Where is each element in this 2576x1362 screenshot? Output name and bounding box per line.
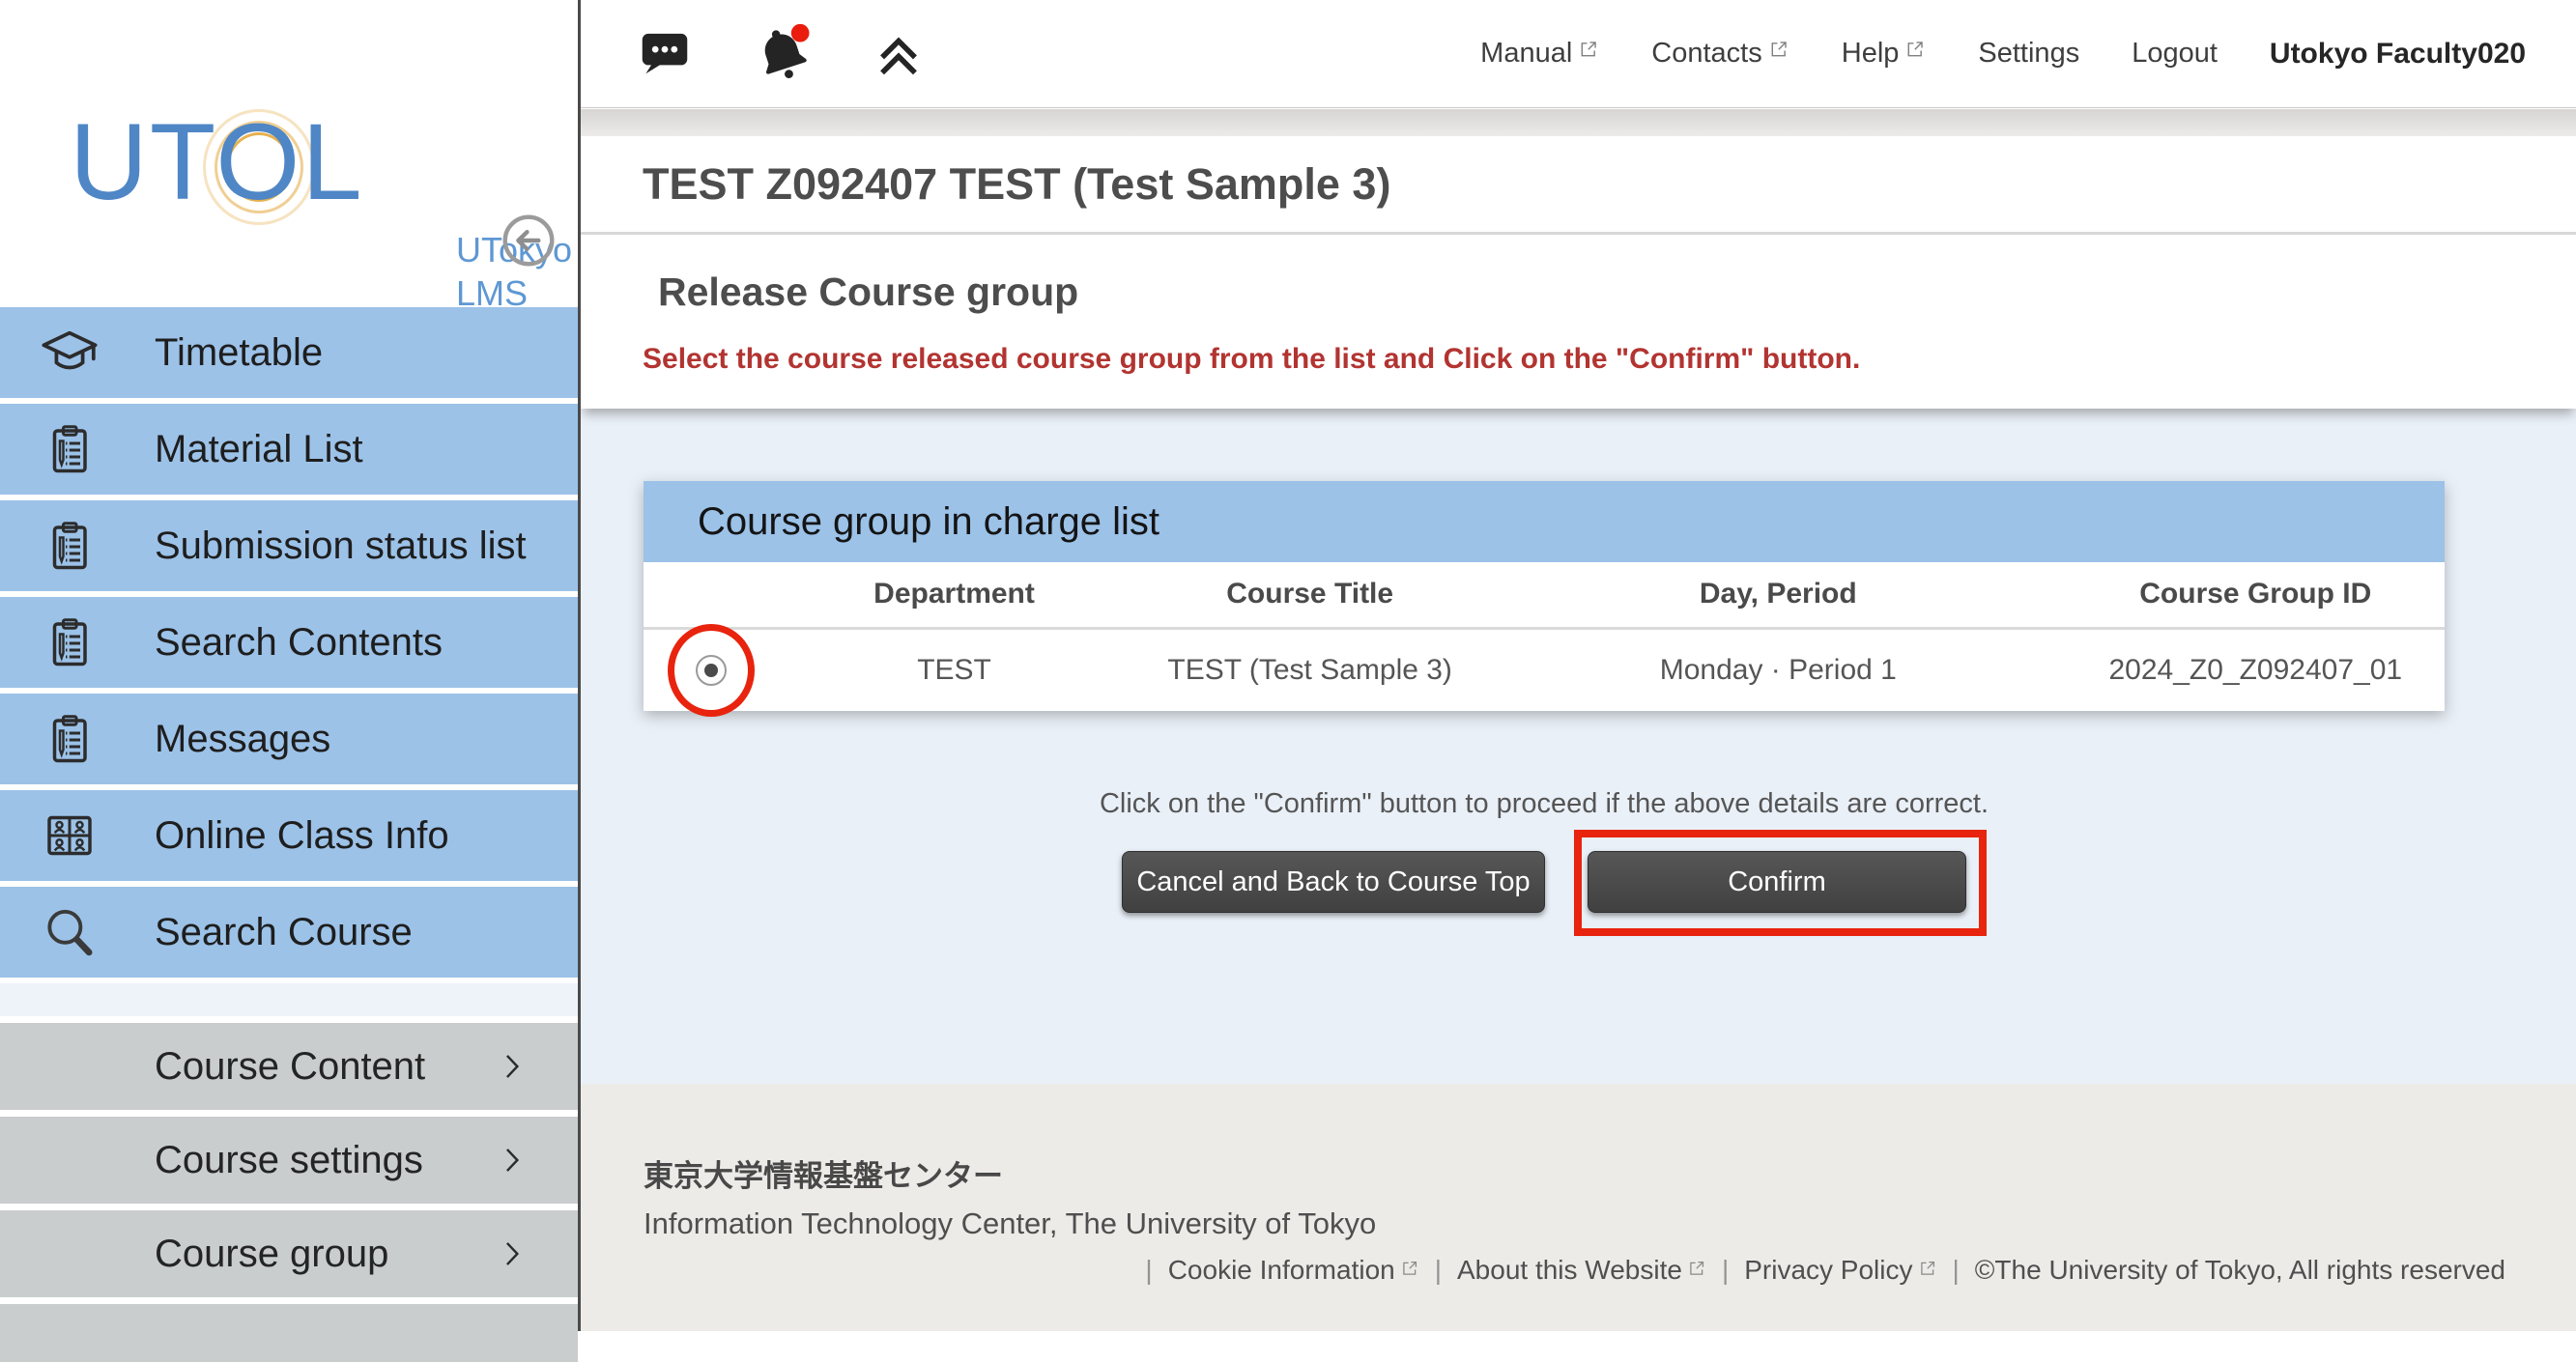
settings-link[interactable]: Settings [1978, 38, 2079, 70]
sidebar: UTOL UTokyo LMS Timetable [0, 0, 581, 1331]
instruction-text: Select the course released course group … [643, 343, 1860, 376]
contacts-link[interactable]: Contacts [1651, 38, 1789, 70]
column-header-course-title: Course Title [1130, 562, 1490, 628]
footer-org-japanese: 東京大学情報基盤センター [644, 1151, 2505, 1195]
copyright-text: ©The University of Tokyo, All rights res… [1975, 1255, 2505, 1286]
chevron-right-icon [495, 1143, 530, 1178]
sidebar-item-clipped [0, 1304, 578, 1362]
collapse-topbar-button[interactable] [871, 24, 927, 83]
sidebar-collapse-button[interactable] [499, 211, 558, 270]
utol-logo[interactable]: UTOL UTokyo LMS [70, 108, 364, 216]
sidebar-menu: Timetable Material List [0, 307, 578, 1362]
cell-course-title: TEST (Test Sample 3) [1130, 628, 1490, 711]
user-name: Utokyo Faculty020 [2270, 38, 2526, 71]
privacy-policy-link[interactable]: Privacy Policy [1744, 1255, 1936, 1286]
section-band: Release Course group Select the course r… [581, 235, 2576, 409]
footer: 東京大学情報基盤センター Information Technology Cent… [581, 1084, 2576, 1331]
section-title: Release Course group [658, 270, 1078, 315]
radio-cell [644, 628, 779, 711]
sidebar-item-material-list[interactable]: Material List [0, 404, 578, 495]
cell-day-period: Monday · Period 1 [1490, 628, 2066, 711]
topbar: Manual Contacts Help Settings Logout Uto… [581, 0, 2576, 108]
page-title-band: TEST Z092407 TEST (Test Sample 3) [581, 136, 2576, 232]
sidebar-item-online-class-info[interactable]: Online Class Info [0, 790, 578, 881]
manual-link[interactable]: Manual [1480, 38, 1599, 70]
sidebar-item-course-group[interactable]: Course group [0, 1210, 578, 1297]
external-link-icon [1400, 1254, 1419, 1285]
column-header-department: Department [779, 562, 1130, 628]
table-row: TEST TEST (Test Sample 3) Monday · Perio… [644, 628, 2445, 711]
search-icon [39, 901, 100, 963]
logo-text: UTOL [70, 108, 364, 216]
confirm-note: Click on the "Confirm" button to proceed… [644, 788, 2445, 820]
external-link-icon [1904, 36, 1926, 68]
cell-course-group-id: 2024_Z0_Z092407_01 [2067, 628, 2445, 711]
column-header-day-period: Day, Period [1490, 562, 2066, 628]
action-buttons: Cancel and Back to Course Top Confirm [644, 851, 2445, 913]
sidebar-item-course-content[interactable]: Course Content [0, 1023, 578, 1110]
external-link-icon [1578, 36, 1599, 68]
footer-links: | Cookie Information | About this Websit… [644, 1255, 2505, 1286]
footer-org-english: Information Technology Center, The Unive… [644, 1206, 2505, 1241]
double-chevron-up-icon [871, 24, 927, 83]
people-grid-icon [39, 805, 100, 866]
card-title: Course group in charge list [644, 481, 2445, 562]
external-link-icon [1918, 1254, 1937, 1285]
messages-button[interactable] [635, 22, 695, 85]
topbar-shadow [581, 109, 2576, 136]
help-link[interactable]: Help [1842, 38, 1927, 70]
footer-separator: | [1722, 1255, 1729, 1286]
sidebar-item-search-contents[interactable]: Search Contents [0, 597, 578, 688]
course-group-table: Department Course Title Day, Period Cour… [644, 562, 2445, 711]
page-title: TEST Z092407 TEST (Test Sample 3) [643, 159, 1390, 210]
logout-link[interactable]: Logout [2132, 38, 2218, 70]
course-group-card: Course group in charge list Department C… [644, 481, 2445, 711]
footer-separator: | [1145, 1255, 1152, 1286]
clipboard-list-icon [39, 611, 100, 673]
external-link-icon [1768, 36, 1789, 68]
bell-icon [751, 20, 815, 87]
main-content: Course group in charge list Department C… [581, 409, 2576, 1084]
cookie-information-link[interactable]: Cookie Information [1168, 1255, 1419, 1286]
topbar-icon-group [635, 20, 927, 87]
radio-column-header [644, 562, 779, 628]
graduation-cap-icon [39, 322, 100, 383]
clipboard-list-icon [39, 418, 100, 480]
column-header-course-group-id: Course Group ID [2067, 562, 2445, 628]
footer-separator: | [1953, 1255, 1960, 1286]
sidebar-section-divider [0, 983, 578, 1016]
arrow-left-circle-icon [499, 259, 558, 273]
chat-icon [635, 22, 695, 85]
cancel-button[interactable]: Cancel and Back to Course Top [1122, 851, 1545, 913]
sidebar-item-timetable[interactable]: Timetable [0, 307, 578, 398]
clipboard-list-icon [39, 708, 100, 770]
chevron-right-icon [495, 1049, 530, 1084]
confirm-button[interactable]: Confirm [1588, 851, 1966, 913]
cell-department: TEST [779, 628, 1130, 711]
about-website-link[interactable]: About this Website [1457, 1255, 1706, 1286]
course-group-radio[interactable] [696, 655, 727, 686]
sidebar-item-messages[interactable]: Messages [0, 694, 578, 784]
sidebar-item-submission-status-list[interactable]: Submission status list [0, 500, 578, 591]
external-link-icon [1687, 1254, 1706, 1285]
clipboard-list-icon [39, 515, 100, 577]
notifications-button[interactable] [751, 20, 815, 87]
chevron-right-icon [495, 1236, 530, 1271]
sidebar-item-course-settings[interactable]: Course settings [0, 1117, 578, 1204]
utol-app: { "app": { "logo_text": "UTOL", "logo_su… [0, 0, 2576, 1331]
topbar-links: Manual Contacts Help Settings Logout Uto… [1480, 38, 2526, 71]
footer-separator: | [1435, 1255, 1442, 1286]
notification-badge [791, 24, 810, 43]
sidebar-item-search-course[interactable]: Search Course [0, 887, 578, 978]
table-header-row: Department Course Title Day, Period Cour… [644, 562, 2445, 628]
